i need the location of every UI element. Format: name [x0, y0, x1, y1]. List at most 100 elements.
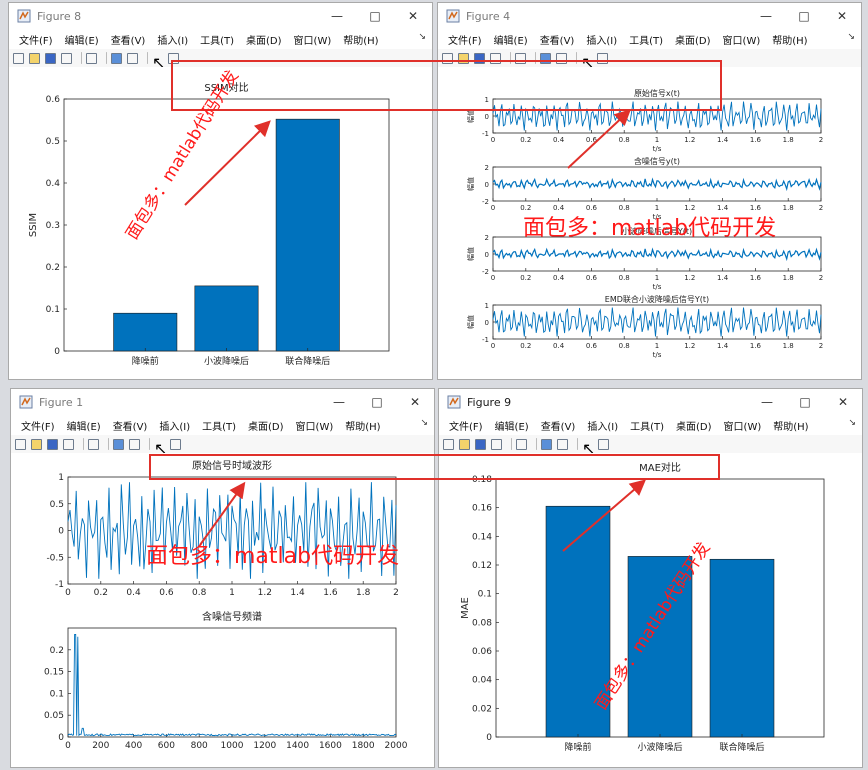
maximize-button[interactable]: □ — [786, 389, 824, 415]
print-icon[interactable] — [61, 52, 72, 64]
bar — [275, 118, 340, 352]
x-tick-label: 2 — [819, 204, 823, 212]
insert-legend-icon[interactable] — [557, 438, 568, 450]
menu-window[interactable]: 窗口(W) — [724, 418, 762, 433]
title-bar[interactable]: Figure 8 — □ ✕ — [9, 3, 432, 29]
window-title: Figure 4 — [466, 9, 511, 23]
menu-file[interactable]: 文件(F) — [449, 418, 483, 433]
x-tick-label: 1.6 — [323, 588, 338, 598]
link-icon[interactable] — [88, 438, 99, 450]
menu-insert[interactable]: 插入(I) — [159, 418, 190, 433]
menu-file[interactable]: 文件(F) — [448, 32, 482, 47]
insert-colorbar-icon[interactable] — [113, 438, 124, 450]
insert-legend-icon[interactable] — [129, 438, 140, 450]
toolbar-separator — [108, 438, 109, 450]
menu-tools[interactable]: 工具(T) — [202, 418, 236, 433]
property-inspector-icon[interactable] — [170, 438, 181, 450]
menu-insert[interactable]: 插入(I) — [157, 32, 188, 47]
link-icon[interactable] — [86, 52, 97, 64]
new-file-icon[interactable] — [443, 438, 454, 450]
y-axis-label: MAE — [460, 597, 471, 619]
menu-window[interactable]: 窗口(W) — [723, 32, 761, 47]
minimize-button[interactable]: — — [748, 389, 786, 415]
close-button[interactable]: ✕ — [394, 3, 432, 29]
maximize-button[interactable]: □ — [785, 3, 823, 29]
x-tick-label: 0.6 — [586, 274, 598, 282]
y-tick-label: 0.02 — [472, 704, 492, 714]
x-tick-label: 0.8 — [619, 274, 630, 282]
save-icon[interactable] — [45, 52, 56, 64]
title-bar[interactable]: Figure 4 — □ ✕ — [438, 3, 861, 29]
x-tick-label: 小波降噪后 — [204, 355, 249, 367]
menu-insert[interactable]: 插入(I) — [587, 418, 618, 433]
x-tick-label: 2 — [819, 136, 823, 144]
save-icon[interactable] — [47, 438, 58, 450]
menu-edit[interactable]: 编辑(E) — [65, 32, 99, 47]
menu-window[interactable]: 窗口(W) — [296, 418, 334, 433]
menu-file[interactable]: 文件(F) — [21, 418, 55, 433]
property-inspector-icon[interactable] — [598, 438, 609, 450]
title-bar[interactable]: Figure 9 — □ ✕ — [439, 389, 862, 415]
maximize-button[interactable]: □ — [358, 389, 396, 415]
menu-help[interactable]: 帮助(H) — [772, 32, 807, 47]
menu-view[interactable]: 查看(V) — [540, 32, 575, 47]
menu-tools[interactable]: 工具(T) — [200, 32, 234, 47]
open-folder-icon[interactable] — [29, 52, 40, 64]
menu-view[interactable]: 查看(V) — [541, 418, 576, 433]
y-axis-label: 幅值 — [466, 315, 475, 329]
figure-toolbar: ↖ — [439, 435, 862, 458]
pointer-icon[interactable]: ↖ — [152, 53, 165, 72]
insert-colorbar-icon[interactable] — [541, 438, 552, 450]
menu-desktop[interactable]: 桌面(D) — [676, 418, 712, 433]
menu-help[interactable]: 帮助(H) — [345, 418, 380, 433]
figure-toolbar: ↖ — [11, 435, 434, 458]
menu-view[interactable]: 查看(V) — [111, 32, 146, 47]
menu-insert[interactable]: 插入(I) — [586, 32, 617, 47]
menu-desktop[interactable]: 桌面(D) — [246, 32, 282, 47]
new-file-icon[interactable] — [15, 438, 26, 450]
dock-arrow-icon[interactable]: ↘ — [847, 32, 855, 42]
dock-arrow-icon[interactable]: ↘ — [848, 418, 856, 428]
menu-tools[interactable]: 工具(T) — [630, 418, 664, 433]
menu-edit[interactable]: 编辑(E) — [67, 418, 101, 433]
open-folder-icon[interactable] — [31, 438, 42, 450]
minimize-button[interactable]: — — [747, 3, 785, 29]
print-icon[interactable] — [491, 438, 502, 450]
y-tick-label: 0.16 — [472, 504, 492, 514]
menu-help[interactable]: 帮助(H) — [773, 418, 808, 433]
pointer-icon[interactable]: ↖ — [154, 439, 167, 458]
menu-desktop[interactable]: 桌面(D) — [248, 418, 284, 433]
link-icon[interactable] — [516, 438, 527, 450]
pointer-icon[interactable]: ↖ — [582, 439, 595, 458]
window-title: Figure 1 — [39, 395, 84, 409]
minimize-button[interactable]: — — [320, 389, 358, 415]
open-folder-icon[interactable] — [459, 438, 470, 450]
menu-edit[interactable]: 编辑(E) — [494, 32, 528, 47]
y-tick-label: 0 — [54, 347, 60, 357]
menu-window[interactable]: 窗口(W) — [294, 32, 332, 47]
dock-arrow-icon[interactable]: ↘ — [418, 32, 426, 42]
insert-legend-icon[interactable] — [127, 52, 138, 64]
minimize-button[interactable]: — — [318, 3, 356, 29]
save-icon[interactable] — [475, 438, 486, 450]
x-tick-label: 1.8 — [783, 342, 794, 350]
close-button[interactable]: ✕ — [824, 389, 862, 415]
print-icon[interactable] — [63, 438, 74, 450]
title-bar[interactable]: Figure 1 — □ ✕ — [11, 389, 434, 415]
maximize-button[interactable]: □ — [356, 3, 394, 29]
y-tick-label: 0.5 — [50, 500, 64, 510]
close-button[interactable]: ✕ — [823, 3, 861, 29]
new-file-icon[interactable] — [13, 52, 24, 64]
time-freq-subplots: 原始信号时域波形-1-0.500.510 0.2 0.4 0.6 0.8 1 1.2 1.4 1… — [44, 459, 408, 751]
menu-desktop[interactable]: 桌面(D) — [675, 32, 711, 47]
insert-colorbar-icon[interactable] — [111, 52, 122, 64]
menu-tools[interactable]: 工具(T) — [629, 32, 663, 47]
menu-help[interactable]: 帮助(H) — [343, 32, 378, 47]
menu-file[interactable]: 文件(F) — [19, 32, 53, 47]
menu-edit[interactable]: 编辑(E) — [495, 418, 529, 433]
close-button[interactable]: ✕ — [396, 389, 434, 415]
x-tick-label: 1.4 — [717, 274, 729, 282]
menu-view[interactable]: 查看(V) — [113, 418, 148, 433]
dock-arrow-icon[interactable]: ↘ — [420, 418, 428, 428]
x-tick-label: 1200 — [253, 741, 276, 751]
